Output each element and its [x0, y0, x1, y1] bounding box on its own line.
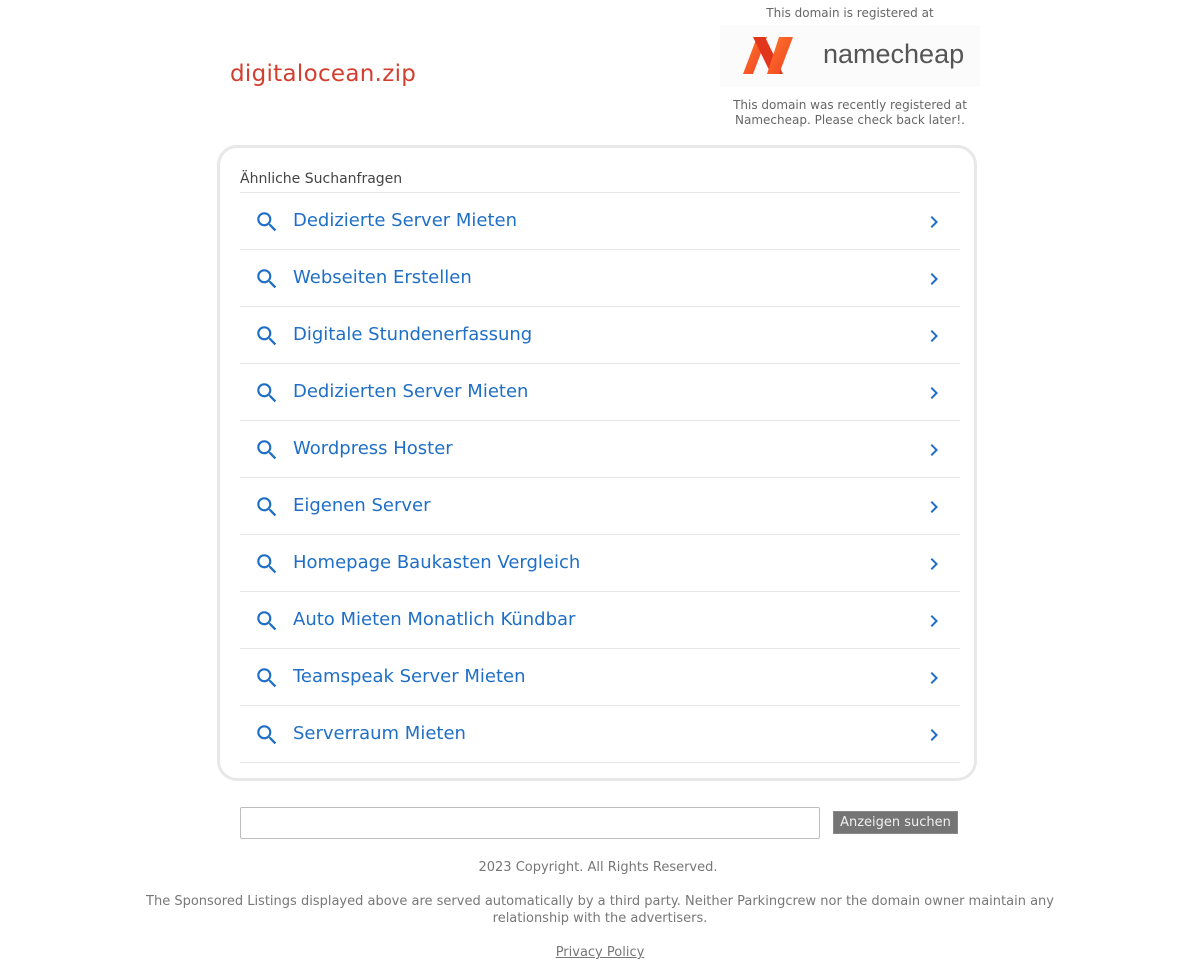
- related-search-item[interactable]: Serverraum Mieten: [240, 706, 960, 763]
- related-search-item[interactable]: Teamspeak Server Mieten: [240, 649, 960, 706]
- related-search-item[interactable]: Auto Mieten Monatlich Kündbar: [240, 592, 960, 649]
- related-search-item[interactable]: Dedizierte Server Mieten: [240, 193, 960, 250]
- related-search-label: Homepage Baukasten Vergleich: [293, 552, 581, 573]
- related-search-item[interactable]: Wordpress Hoster: [240, 421, 960, 478]
- namecheap-logo-text: namecheap: [823, 39, 964, 69]
- related-search-label: Dedizierten Server Mieten: [293, 381, 529, 402]
- privacy-policy-link[interactable]: Privacy Policy: [556, 945, 645, 960]
- registrar-box: This domain is registered at namecheap T…: [718, 5, 982, 128]
- parking-page: digitalocean.zip This domain is register…: [0, 0, 1200, 974]
- privacy-row: Privacy Policy: [0, 944, 1200, 961]
- search-form: Anzeigen suchen: [240, 807, 960, 839]
- search-icon: [257, 383, 277, 403]
- registrar-note-line2: Namecheap. Please check back later!.: [735, 113, 965, 127]
- domain-title: digitalocean.zip: [230, 61, 417, 87]
- search-icon: [257, 497, 277, 517]
- related-search-item[interactable]: Eigenen Server: [240, 478, 960, 535]
- search-ads-button[interactable]: Anzeigen suchen: [833, 811, 958, 834]
- related-search-label: Wordpress Hoster: [293, 438, 453, 459]
- chevron-right-icon: [930, 273, 938, 285]
- search-icon: [257, 212, 277, 232]
- registrar-note: This domain was recently registered at N…: [718, 98, 982, 128]
- related-search-label: Teamspeak Server Mieten: [293, 666, 526, 687]
- chevron-right-icon: [930, 729, 938, 741]
- related-search-label: Serverraum Mieten: [293, 723, 466, 744]
- disclaimer-text: The Sponsored Listings displayed above a…: [146, 894, 1054, 926]
- related-search-label: Webseiten Erstellen: [293, 267, 472, 288]
- related-search-label: Dedizierte Server Mieten: [293, 210, 518, 231]
- chevron-right-icon: [930, 672, 938, 684]
- search-icon: [257, 725, 277, 745]
- related-searches-list: Dedizierte Server Mieten Webseiten Erste…: [240, 192, 960, 763]
- related-search-item[interactable]: Dedizierten Server Mieten: [240, 364, 960, 421]
- search-icon: [257, 611, 277, 631]
- chevron-right-icon: [930, 387, 938, 399]
- related-searches-title: Ähnliche Suchanfragen: [240, 171, 403, 187]
- copyright-text: 2023 Copyright. All Rights Reserved.: [478, 860, 718, 875]
- related-search-item[interactable]: Digitale Stundenerfassung: [240, 307, 960, 364]
- chevron-right-icon: [930, 501, 938, 513]
- registrar-note-line1: This domain was recently registered at: [733, 98, 967, 112]
- registrar-intro: This domain is registered at: [766, 6, 934, 20]
- search-icon: [257, 440, 277, 460]
- search-input[interactable]: [240, 807, 820, 839]
- search-icon: [257, 554, 277, 574]
- related-search-label: Eigenen Server: [293, 495, 431, 516]
- namecheap-logo[interactable]: namecheap: [720, 25, 980, 87]
- related-search-label: Digitale Stundenerfassung: [293, 324, 533, 345]
- chevron-right-icon: [930, 558, 938, 570]
- search-icon: [257, 269, 277, 289]
- chevron-right-icon: [930, 615, 938, 627]
- related-searches-panel: Ähnliche Suchanfragen Dedizierte Server …: [217, 145, 977, 781]
- chevron-right-icon: [930, 444, 938, 456]
- chevron-right-icon: [930, 330, 938, 342]
- related-search-label: Auto Mieten Monatlich Kündbar: [293, 609, 576, 630]
- related-search-item[interactable]: Homepage Baukasten Vergleich: [240, 535, 960, 592]
- related-search-item[interactable]: Webseiten Erstellen: [240, 250, 960, 307]
- search-icon: [257, 668, 277, 688]
- search-icon: [257, 326, 277, 346]
- chevron-right-icon: [930, 216, 938, 228]
